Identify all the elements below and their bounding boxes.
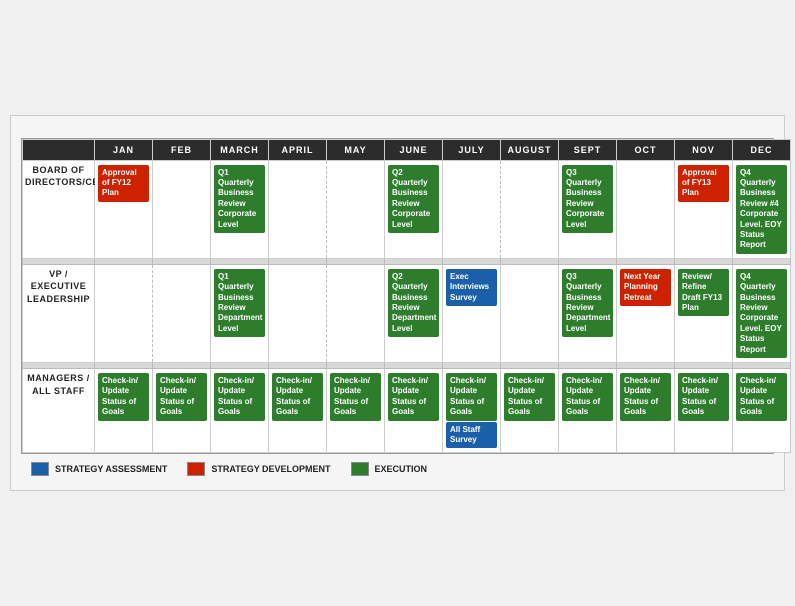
cell-0-august [501, 160, 559, 258]
cell-1-oct: Next Year Planning Retreat [617, 264, 675, 362]
event-card-1-nov-0: Review/ Refine Draft FY13 Plan [678, 269, 729, 317]
planning-calendar-container: JANFEBMARCHAPRILMAYJUNEJULYAUGUSTSEPTOCT… [10, 115, 785, 492]
cell-2-august: Check-in/ Update Status of Goals [501, 368, 559, 452]
cell-2-nov: Check-in/ Update Status of Goals [675, 368, 733, 452]
legend-label-blue: STRATEGY ASSESSMENT [55, 464, 167, 474]
calendar-row-1: VP / EXECUTIVE LEADERSHIP Q1 Quarterly Bu… [23, 264, 791, 362]
row-label-0: BOARD OF DIRECTORS/CEO [23, 160, 95, 258]
cell-0-sept: Q3 Quarterly Business Review Corporate L… [559, 160, 617, 258]
cell-2-feb: Check-in/ Update Status of Goals [153, 368, 211, 452]
month-header-may: MAY [327, 139, 385, 160]
event-card-2-july-1: All Staff Survey [446, 422, 497, 449]
event-card-1-dec-0: Q4 Quarterly Business Review Corporate L… [736, 269, 787, 358]
cell-1-may [327, 264, 385, 362]
event-card-2-sept-0: Check-in/ Update Status of Goals [562, 373, 613, 421]
month-header-oct: OCT [617, 139, 675, 160]
month-header-dec: DEC [733, 139, 791, 160]
event-card-2-march-0: Check-in/ Update Status of Goals [214, 373, 265, 421]
event-card-1-march-0: Q1 Quarterly Business Review Department … [214, 269, 265, 337]
cell-2-june: Check-in/ Update Status of Goals [385, 368, 443, 452]
event-card-2-dec-0: Check-in/ Update Status of Goals [736, 373, 787, 421]
calendar-table: JANFEBMARCHAPRILMAYJUNEJULYAUGUSTSEPTOCT… [22, 139, 791, 454]
cell-2-may: Check-in/ Update Status of Goals [327, 368, 385, 452]
cell-0-jan: Approval of FY12 Plan [95, 160, 153, 258]
cell-0-march: Q1 Quarterly Business Review Corporate L… [211, 160, 269, 258]
cell-1-july: Exec Interviews Survey [443, 264, 501, 362]
cell-2-july: Check-in/ Update Status of GoalsAll Staf… [443, 368, 501, 452]
event-card-0-dec-0: Q4 Quarterly Business Review #4 Corporat… [736, 165, 787, 254]
legend-label-red: STRATEGY DEVELOPMENT [211, 464, 330, 474]
event-card-1-july-0: Exec Interviews Survey [446, 269, 497, 306]
legend-box-blue [31, 462, 49, 476]
legend-item-red: STRATEGY DEVELOPMENT [187, 462, 330, 476]
month-header-june: JUNE [385, 139, 443, 160]
cell-1-august [501, 264, 559, 362]
cell-2-jan: Check-in/ Update Status of Goals [95, 368, 153, 452]
cell-1-sept: Q3 Quarterly Business Review Department … [559, 264, 617, 362]
legend-item-green: EXECUTION [351, 462, 428, 476]
event-card-2-oct-0: Check-in/ Update Status of Goals [620, 373, 671, 421]
corner-cell [23, 139, 95, 160]
event-card-1-june-0: Q2 Quarterly Business Review Department … [388, 269, 439, 337]
row-label-2: MANAGERS / ALL STAFF [23, 368, 95, 452]
cell-0-dec: Q4 Quarterly Business Review #4 Corporat… [733, 160, 791, 258]
cell-0-nov: Approval of FY13 Plan [675, 160, 733, 258]
event-card-0-nov-0: Approval of FY13 Plan [678, 165, 729, 202]
month-header-march: MARCH [211, 139, 269, 160]
event-card-2-july-0: Check-in/ Update Status of Goals [446, 373, 497, 421]
month-header-jan: JAN [95, 139, 153, 160]
month-header-april: APRIL [269, 139, 327, 160]
cell-2-dec: Check-in/ Update Status of Goals [733, 368, 791, 452]
month-header-nov: NOV [675, 139, 733, 160]
event-card-0-jan-0: Approval of FY12 Plan [98, 165, 149, 202]
cell-1-june: Q2 Quarterly Business Review Department … [385, 264, 443, 362]
cell-2-oct: Check-in/ Update Status of Goals [617, 368, 675, 452]
event-card-1-oct-0: Next Year Planning Retreat [620, 269, 671, 306]
cell-1-april [269, 264, 327, 362]
event-card-2-april-0: Check-in/ Update Status of Goals [272, 373, 323, 421]
header-row: JANFEBMARCHAPRILMAYJUNEJULYAUGUSTSEPTOCT… [23, 139, 791, 160]
event-card-2-may-0: Check-in/ Update Status of Goals [330, 373, 381, 421]
legend-item-blue: STRATEGY ASSESSMENT [31, 462, 167, 476]
row-label-1: VP / EXECUTIVE LEADERSHIP [23, 264, 95, 362]
cell-2-march: Check-in/ Update Status of Goals [211, 368, 269, 452]
event-card-2-feb-0: Check-in/ Update Status of Goals [156, 373, 207, 421]
legend-label-green: EXECUTION [375, 464, 428, 474]
calendar-row-2: MANAGERS / ALL STAFFCheck-in/ Update Sta… [23, 368, 791, 452]
month-header-july: JULY [443, 139, 501, 160]
cell-0-feb [153, 160, 211, 258]
cell-1-jan [95, 264, 153, 362]
month-header-feb: FEB [153, 139, 211, 160]
cell-1-feb [153, 264, 211, 362]
calendar-row-0: BOARD OF DIRECTORS/CEOApproval of FY12 P… [23, 160, 791, 258]
cell-1-march: Q1 Quarterly Business Review Department … [211, 264, 269, 362]
month-header-sept: SEPT [559, 139, 617, 160]
event-card-2-june-0: Check-in/ Update Status of Goals [388, 373, 439, 421]
event-card-2-nov-0: Check-in/ Update Status of Goals [678, 373, 729, 421]
event-card-0-sept-0: Q3 Quarterly Business Review Corporate L… [562, 165, 613, 233]
calendar-wrapper: JANFEBMARCHAPRILMAYJUNEJULYAUGUSTSEPTOCT… [21, 138, 774, 455]
cell-0-oct [617, 160, 675, 258]
event-card-0-march-0: Q1 Quarterly Business Review Corporate L… [214, 165, 265, 233]
cell-2-sept: Check-in/ Update Status of Goals [559, 368, 617, 452]
cell-0-june: Q2 Quarterly Business Review Corporate L… [385, 160, 443, 258]
event-card-1-sept-0: Q3 Quarterly Business Review Department … [562, 269, 613, 337]
cell-0-july [443, 160, 501, 258]
cell-2-april: Check-in/ Update Status of Goals [269, 368, 327, 452]
event-card-0-june-0: Q2 Quarterly Business Review Corporate L… [388, 165, 439, 233]
month-header-august: AUGUST [501, 139, 559, 160]
cell-0-may [327, 160, 385, 258]
event-card-2-jan-0: Check-in/ Update Status of Goals [98, 373, 149, 421]
event-card-2-august-0: Check-in/ Update Status of Goals [504, 373, 555, 421]
legend-box-red [187, 462, 205, 476]
cell-1-dec: Q4 Quarterly Business Review Corporate L… [733, 264, 791, 362]
cell-0-april [269, 160, 327, 258]
legend-box-green [351, 462, 369, 476]
cell-1-nov: Review/ Refine Draft FY13 Plan [675, 264, 733, 362]
legend: STRATEGY ASSESSMENT STRATEGY DEVELOPMENT E… [21, 454, 774, 480]
